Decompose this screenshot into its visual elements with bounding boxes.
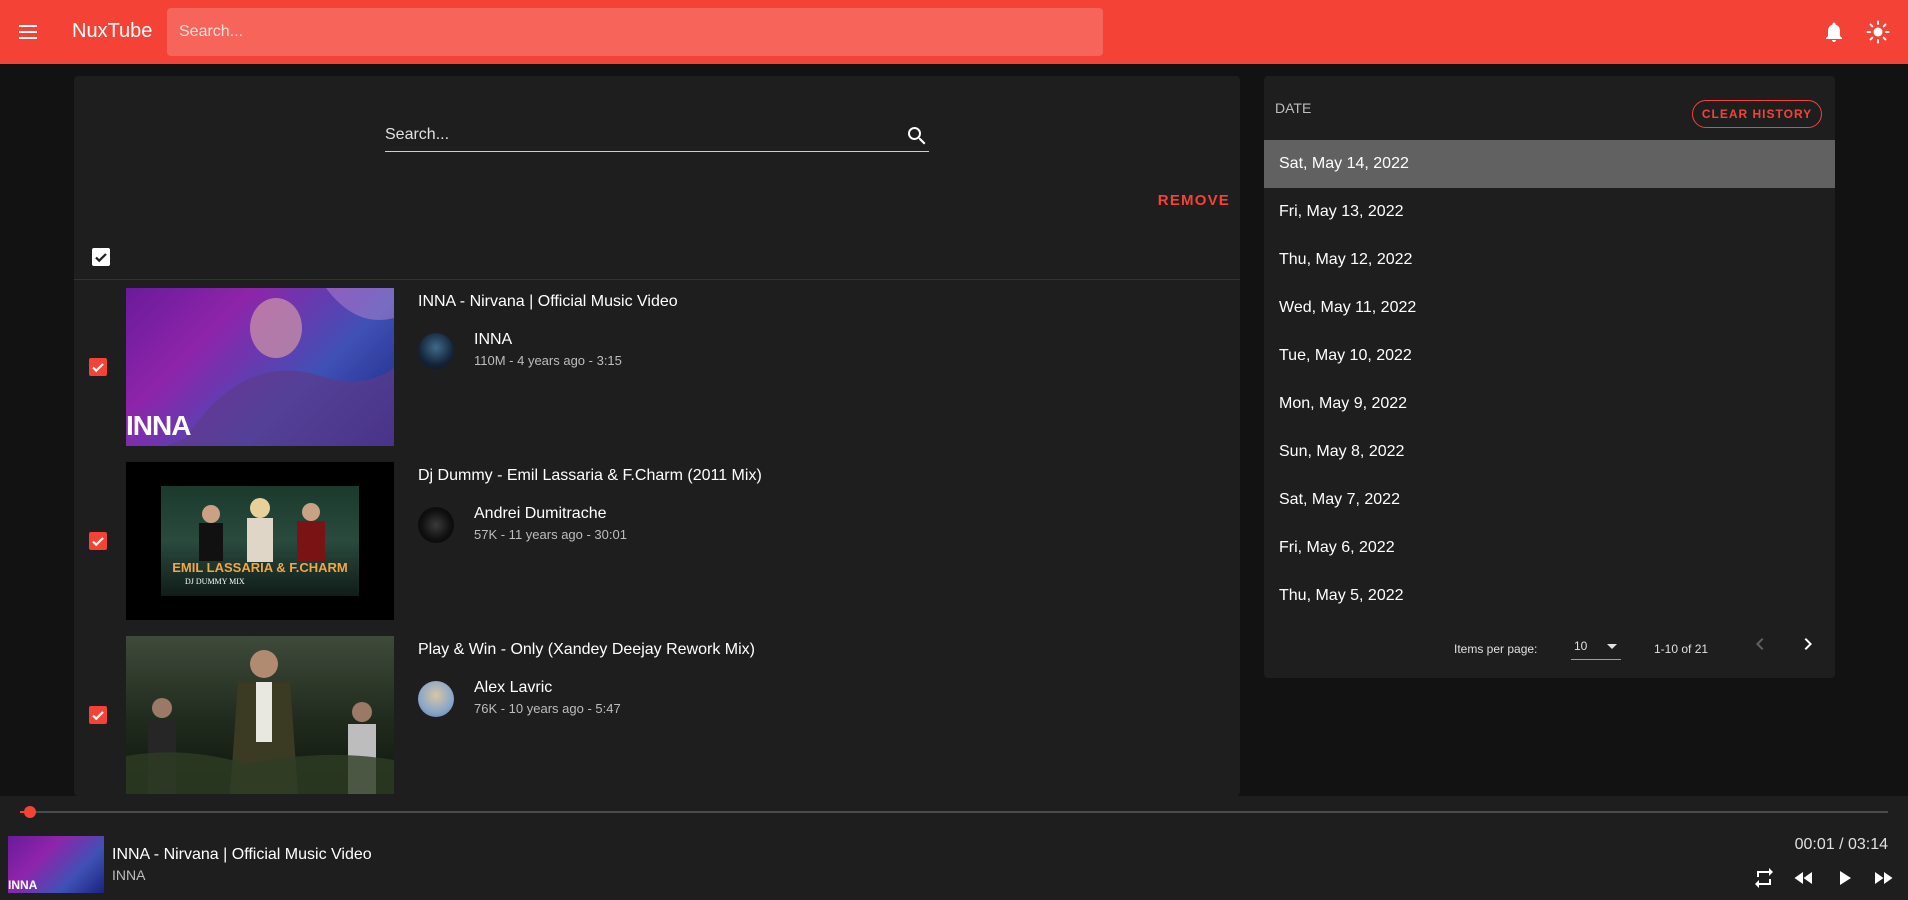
video-row: Play & Win - Only (Xandey Deejay Rework …: [74, 636, 1240, 796]
progress-slider[interactable]: [20, 806, 1888, 818]
thumbnail-subtitle-text: DJ DUMMY MIX: [185, 577, 245, 586]
video-thumbnail[interactable]: INNA: [126, 288, 394, 446]
date-item[interactable]: Mon, May 9, 2022: [1264, 380, 1835, 428]
items-per-page-label: Items per page:: [1454, 642, 1538, 656]
thumbnail-frame: EMIL LASSARIA & F.CHARM DJ DUMMY MIX: [161, 486, 359, 596]
date-item[interactable]: Thu, May 12, 2022: [1264, 236, 1835, 284]
menu-icon[interactable]: [16, 20, 40, 44]
check-icon: [92, 537, 104, 547]
list-divider: [74, 279, 1240, 280]
video-meta: 76K - 10 years ago - 5:47: [474, 701, 621, 716]
video-thumbnail[interactable]: [126, 636, 394, 794]
app-brand[interactable]: NuxTube: [72, 20, 152, 43]
fast-forward-icon[interactable]: [1871, 866, 1895, 890]
date-item[interactable]: Fri, May 13, 2022: [1264, 188, 1835, 236]
date-item[interactable]: Wed, May 11, 2022: [1264, 284, 1835, 332]
channel-name[interactable]: Alex Lavric: [474, 679, 552, 697]
row-checkbox[interactable]: [89, 532, 107, 550]
check-icon: [95, 253, 107, 263]
video-row: INNA INNA - Nirvana | Official Music Vid…: [74, 288, 1240, 448]
play-icon[interactable]: [1832, 866, 1856, 890]
date-column-header: DATE: [1275, 100, 1312, 116]
theme-toggle-icon[interactable]: [1866, 20, 1890, 44]
date-history-panel: DATE CLEAR HISTORY Sat, May 14, 2022 Fri…: [1264, 76, 1835, 678]
date-item[interactable]: Sat, May 7, 2022: [1264, 476, 1835, 524]
video-meta: 57K - 11 years ago - 30:01: [474, 527, 627, 542]
video-thumbnail[interactable]: EMIL LASSARIA & F.CHARM DJ DUMMY MIX: [126, 462, 394, 620]
chevron-left-icon[interactable]: [1748, 632, 1772, 656]
items-per-page-select[interactable]: 10: [1571, 632, 1621, 660]
video-row: EMIL LASSARIA & F.CHARM DJ DUMMY MIX Dj …: [74, 462, 1240, 622]
bell-icon[interactable]: [1822, 20, 1846, 44]
history-search-input[interactable]: [385, 120, 885, 150]
check-icon: [92, 711, 104, 721]
remove-button[interactable]: REMOVE: [1158, 192, 1230, 209]
row-checkbox[interactable]: [89, 706, 107, 724]
search-icon[interactable]: [905, 124, 929, 148]
app-bar: NuxTube: [0, 0, 1908, 64]
date-item[interactable]: Thu, May 5, 2022: [1264, 572, 1835, 620]
player-thumbnail-logo-text: INNA: [8, 878, 38, 892]
history-search: [385, 120, 929, 152]
clear-history-button[interactable]: CLEAR HISTORY: [1692, 100, 1822, 128]
rewind-icon[interactable]: [1792, 866, 1816, 890]
date-item[interactable]: Fri, May 6, 2022: [1264, 524, 1835, 572]
row-checkbox[interactable]: [89, 358, 107, 376]
channel-avatar[interactable]: [418, 681, 454, 717]
video-title[interactable]: Play & Win - Only (Xandey Deejay Rework …: [418, 641, 755, 659]
channel-name[interactable]: INNA: [474, 331, 512, 349]
date-item[interactable]: Tue, May 10, 2022: [1264, 332, 1835, 380]
repeat-icon[interactable]: [1752, 866, 1776, 890]
progress-handle[interactable]: [23, 806, 36, 818]
top-search-input[interactable]: [167, 8, 1103, 56]
channel-avatar[interactable]: [418, 333, 454, 369]
player-channel[interactable]: INNA: [112, 867, 145, 883]
pagination-range: 1-10 of 21: [1654, 642, 1709, 656]
date-item[interactable]: Sat, May 14, 2022: [1264, 140, 1835, 188]
player-time: 00:01 / 03:14: [1794, 836, 1888, 853]
date-item[interactable]: Sun, May 8, 2022: [1264, 428, 1835, 476]
video-title[interactable]: INNA - Nirvana | Official Music Video: [418, 293, 678, 311]
select-all-checkbox[interactable]: [92, 248, 110, 266]
thumbnail-art: [126, 650, 394, 794]
items-per-page-value: 10: [1574, 638, 1588, 653]
channel-name[interactable]: Andrei Dumitrache: [474, 505, 607, 523]
check-icon: [92, 363, 104, 373]
video-meta: 110M - 4 years ago - 3:15: [474, 353, 622, 368]
player-thumbnail[interactable]: INNA: [8, 836, 104, 893]
history-list-panel: REMOVE INNA INNA - Nirvana | Official Mu…: [74, 76, 1240, 796]
chevron-right-icon[interactable]: [1796, 632, 1820, 656]
video-title[interactable]: Dj Dummy - Emil Lassaria & F.Charm (2011…: [418, 467, 762, 485]
channel-avatar[interactable]: [418, 507, 454, 543]
thumbnail-logo-text: INNA: [126, 410, 191, 441]
thumbnail-title-text: EMIL LASSARIA & F.CHARM: [172, 560, 348, 575]
dropdown-caret-icon: [1607, 644, 1617, 649]
player-title[interactable]: INNA - Nirvana | Official Music Video: [112, 846, 372, 864]
player-bar: INNA INNA - Nirvana | Official Music Vid…: [0, 796, 1908, 900]
